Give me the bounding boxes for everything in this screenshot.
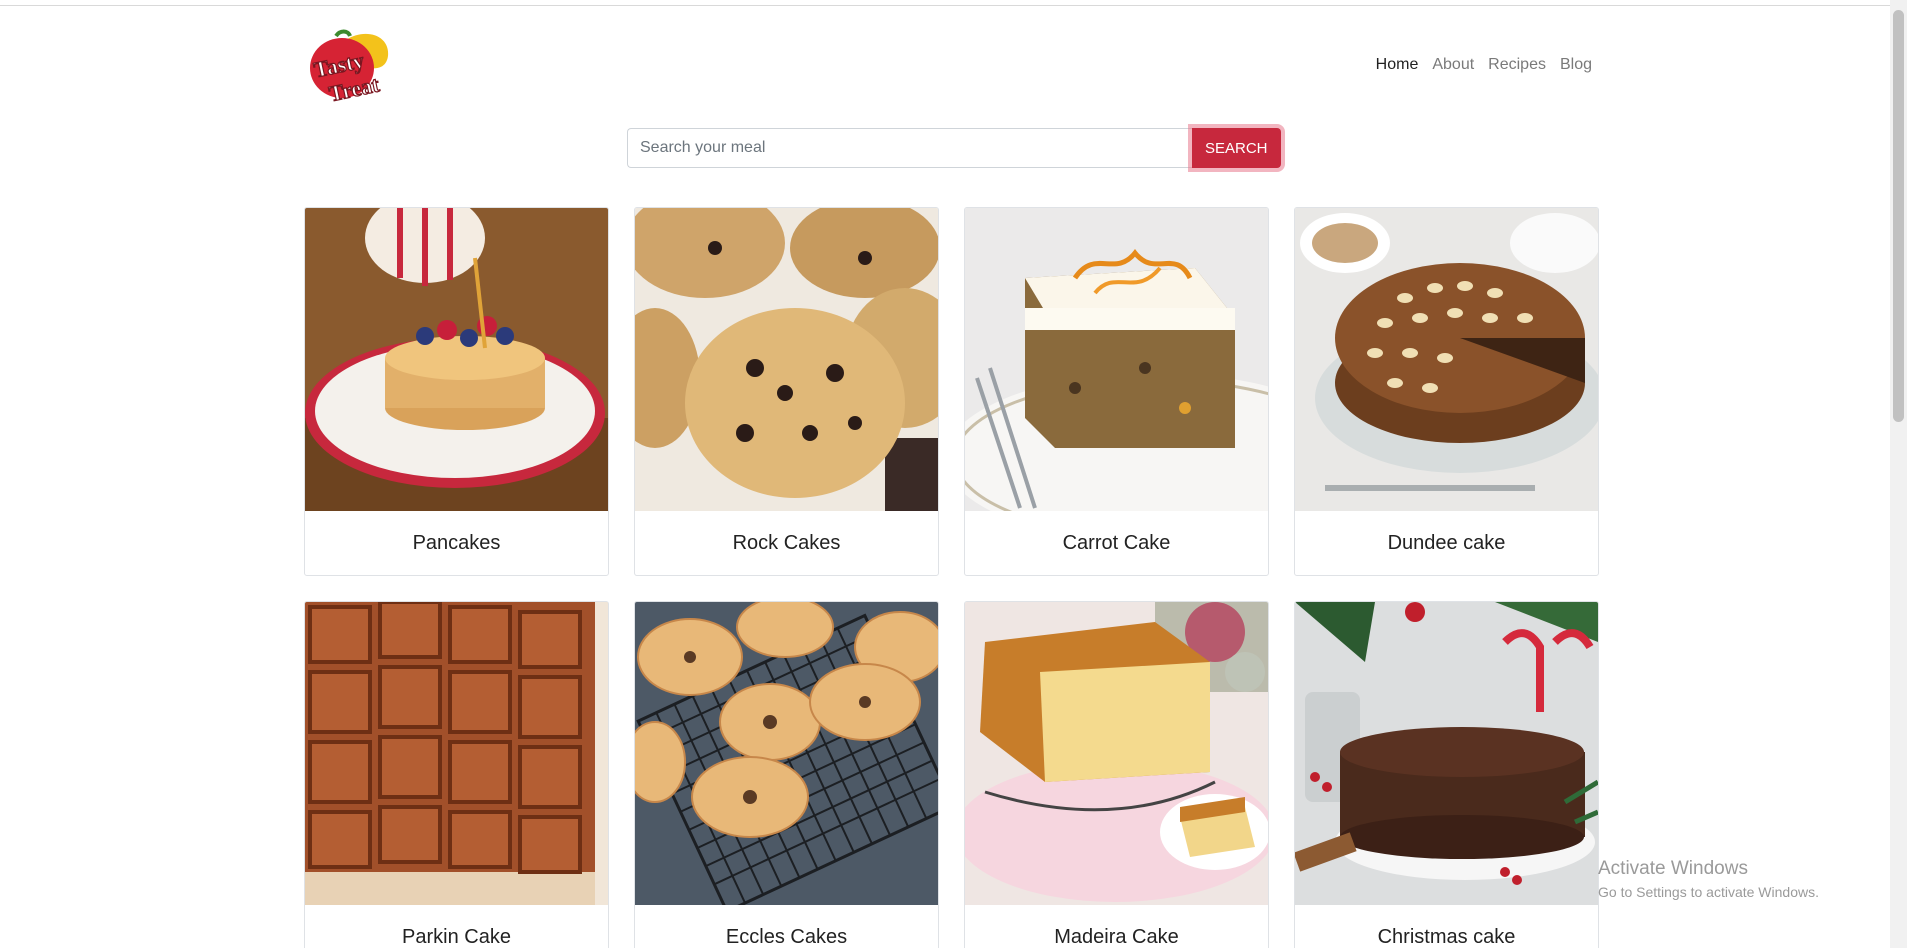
meal-title: Christmas cake bbox=[1377, 925, 1516, 948]
christmas-cake-image bbox=[1295, 602, 1598, 905]
search-button[interactable]: SEARCH bbox=[1192, 128, 1281, 168]
parkin-cake-image bbox=[305, 602, 608, 905]
meal-card-madeira-cake[interactable]: Madeira Cake bbox=[964, 601, 1269, 948]
nav-blog-link[interactable]: Blog bbox=[1560, 56, 1592, 74]
meal-card-carrot-cake[interactable]: Carrot Cake bbox=[964, 207, 1269, 576]
meal-title: Pancakes bbox=[412, 531, 501, 554]
rock-cakes-image bbox=[635, 208, 938, 511]
meal-card-parkin-cake[interactable]: Parkin Cake bbox=[304, 601, 609, 948]
meal-title: Parkin Cake bbox=[402, 925, 511, 948]
meal-card-rock-cakes[interactable]: Rock Cakes bbox=[634, 207, 939, 576]
dundee-cake-image bbox=[1295, 208, 1598, 511]
pancakes-image bbox=[305, 208, 608, 511]
carrot-cake-image bbox=[965, 208, 1268, 511]
meal-card-dundee-cake[interactable]: Dundee cake bbox=[1294, 207, 1599, 576]
meal-card-christmas-cake[interactable]: Christmas cake bbox=[1294, 601, 1599, 948]
eccles-cakes-image bbox=[635, 602, 938, 905]
watermark-subtitle: Go to Settings to activate Windows. bbox=[1598, 884, 1819, 900]
top-divider bbox=[0, 0, 1907, 6]
nav-recipes-link[interactable]: Recipes bbox=[1488, 56, 1546, 74]
madeira-cake-image bbox=[965, 602, 1268, 905]
scrollbar-thumb[interactable] bbox=[1893, 10, 1904, 422]
search-bar: SEARCH bbox=[627, 128, 1281, 168]
meal-title: Dundee cake bbox=[1387, 531, 1506, 554]
meal-grid: Pancakes Rock Cakes Carrot Cake Dundee c… bbox=[304, 207, 1599, 948]
main-nav: Home About Recipes Blog bbox=[1376, 56, 1592, 74]
meal-card-pancakes[interactable]: Pancakes bbox=[304, 207, 609, 576]
windows-activation-watermark: Activate Windows Go to Settings to activ… bbox=[1598, 858, 1819, 900]
nav-home-link[interactable]: Home bbox=[1376, 56, 1419, 74]
search-input[interactable] bbox=[627, 128, 1192, 168]
meal-title: Rock Cakes bbox=[732, 531, 841, 554]
meal-card-eccles-cakes[interactable]: Eccles Cakes bbox=[634, 601, 939, 948]
meal-title: Carrot Cake bbox=[1062, 531, 1171, 554]
watermark-title: Activate Windows bbox=[1598, 858, 1748, 879]
meal-title: Madeira Cake bbox=[1054, 925, 1179, 948]
page-scrollbar[interactable] bbox=[1890, 0, 1907, 948]
tasty-treat-logo[interactable]: Tasty Treat bbox=[306, 26, 392, 108]
nav-about-link[interactable]: About bbox=[1432, 56, 1474, 74]
meal-title: Eccles Cakes bbox=[725, 925, 848, 948]
